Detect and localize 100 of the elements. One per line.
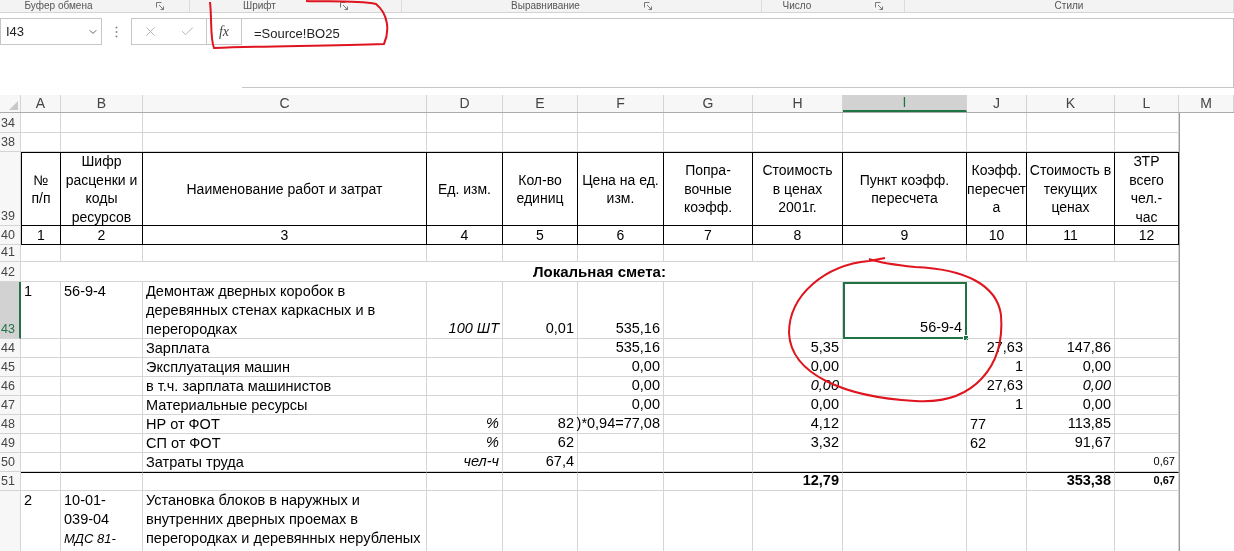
table-cell[interactable]: 5,35 [753,339,843,358]
dialog-launcher-icon[interactable] [875,2,884,10]
row-header[interactable]: 51 [0,472,21,491]
column-header[interactable]: M [1179,95,1234,112]
table-cell[interactable]: 0,00 [578,358,664,377]
row-header[interactable]: 38 [0,133,21,152]
section-title: Локальная смета: [21,262,1179,282]
table-cell[interactable]: 2 [21,491,61,551]
table-cell[interactable]: % [427,415,503,434]
table-cell[interactable]: 113,85 [1027,415,1115,434]
empty-cell[interactable] [967,472,1027,491]
table-cell[interactable]: 0,00 [578,377,664,396]
row-header[interactable]: 46 [0,377,21,396]
table-cell[interactable]: Затраты труда [143,453,427,472]
table-cell[interactable]: 12,79 [753,472,843,491]
table-cell[interactable]: 62 [967,434,1027,453]
table-cell[interactable]: 67,4 [503,453,578,472]
table-cell[interactable]: 62 [503,434,578,453]
select-all-icon[interactable] [9,101,18,110]
table-cell[interactable]: чел-ч [427,453,503,472]
table-cell[interactable]: 0,00 [1027,377,1115,396]
table-cell[interactable]: 3,32 [753,434,843,453]
table-cell[interactable]: 0,00 [753,358,843,377]
row-header[interactable]: 34 [0,113,21,133]
column-header[interactable]: A [21,95,61,112]
table-cell[interactable]: 1 [967,358,1027,377]
table-cell[interactable]: 0,00 [1027,396,1115,415]
table-cell[interactable]: 1 [21,282,61,339]
column-header[interactable]: F [578,95,664,112]
empty-cell[interactable] [503,472,578,491]
table-cell[interactable]: 0,00 [578,396,664,415]
row-header[interactable]: 44 [0,339,21,358]
table-cell[interactable]: 82 [503,415,578,434]
dialog-launcher-icon[interactable] [339,2,348,10]
table-cell[interactable]: СП от ФОТ [143,434,427,453]
column-header[interactable]: B [61,95,143,112]
table-cell[interactable]: 353,38 [1027,472,1115,491]
table-cell[interactable]: 0,00 [1027,358,1115,377]
column-header[interactable]: L [1115,95,1179,112]
table-cell[interactable]: 27,63 [967,377,1027,396]
row-header[interactable]: 42 [0,262,21,282]
table-cell[interactable]: 77 [967,415,1027,434]
column-header[interactable]: G [664,95,753,112]
empty-cell[interactable] [61,472,143,491]
row-header[interactable]: 47 [0,396,21,415]
insert-function-button[interactable]: fx [207,18,242,45]
cancel-icon[interactable] [143,24,158,39]
table-cell[interactable]: 100 ШТ [427,282,503,339]
column-header[interactable]: I [843,95,967,112]
cell-text: 113,85 [1067,414,1111,433]
cell-text: 62 [557,433,574,452]
empty-cell[interactable] [427,472,503,491]
table-cell[interactable]: 10-01-039-04 МДС 81- [61,491,143,551]
cell-text: 56-9-4 [920,318,962,337]
row-header[interactable]: 45 [0,358,21,377]
column-header[interactable]: D [427,95,503,112]
row-header[interactable]: 43 [0,282,21,339]
column-header[interactable]: K [1027,95,1115,112]
empty-cell[interactable] [843,472,967,491]
drag-handle-icon[interactable] [115,26,118,38]
column-header[interactable]: E [503,95,578,112]
table-cell[interactable]: 91,67 [1027,434,1115,453]
table-cell[interactable]: 535,16 [578,339,664,358]
empty-cell[interactable] [664,472,753,491]
row-header[interactable]: 40 [0,226,21,245]
table-cell[interactable]: Эксплуатация машин [143,358,427,377]
cell-text: Эксплуатация машин [146,358,290,377]
formula-input[interactable]: =Source!BO25 [242,18,1234,88]
column-header[interactable]: C [143,95,427,112]
cell-text: 0,00 [631,376,660,395]
table-cell[interactable]: % [427,434,503,453]
dialog-launcher-icon[interactable] [156,2,165,10]
table-cell[interactable]: 1 [967,396,1027,415]
row-header[interactable]: 48 [0,415,21,434]
table-cell[interactable]: Демонтаж дверных коробок в деревянных стенах каркасных и в перегородках [143,282,427,339]
empty-cell[interactable] [578,472,664,491]
table-cell[interactable]: 0,00 [753,396,843,415]
column-header[interactable]: J [967,95,1027,112]
dialog-launcher-icon[interactable] [643,2,652,10]
table-cell[interactable]: НР от ФОТ [143,415,427,434]
cell-text: СП от ФОТ [146,434,221,453]
row-header[interactable]: 50 [0,453,21,472]
row-header[interactable]: 49 [0,434,21,453]
empty-cell[interactable] [143,472,427,491]
header-cell: 2 [61,226,143,245]
table-cell[interactable]: Зарплата [143,339,427,358]
table-cell[interactable]: в т.ч. зарплата машинистов [143,377,427,396]
name-box[interactable]: I43 [0,18,102,45]
table-cell[interactable]: 535,16 [578,282,664,339]
row-header[interactable]: 39 [0,152,21,226]
table-cell[interactable]: 147,86 [1027,339,1115,358]
table-cell[interactable]: Материальные ресурсы [143,396,427,415]
table-cell[interactable]: 4,12 [753,415,843,434]
row-header[interactable]: 41 [0,245,21,262]
table-cell[interactable]: 0,01 [503,282,578,339]
header-cell: 5 [503,226,578,245]
fill-handle[interactable] [963,335,969,341]
selected-cell[interactable]: 56-9-4 [843,282,967,339]
table-cell[interactable]: 56-9-4 [61,282,143,339]
table-cell[interactable]: )*0,94=77,08 [578,415,664,434]
